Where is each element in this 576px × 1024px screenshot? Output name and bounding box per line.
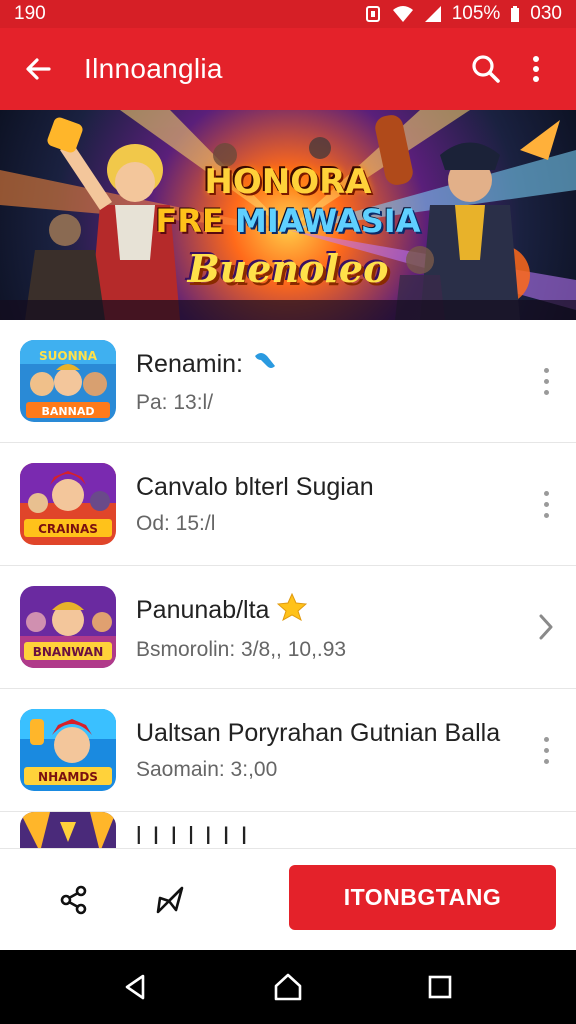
item-text: Renamin: Pa: 13:l/ xyxy=(136,348,576,415)
recents-icon[interactable] xyxy=(416,963,464,1011)
app-bar: Ilnnoanglia xyxy=(0,28,576,110)
banner-logo-text: Buenoleo xyxy=(187,246,389,291)
app-title: Ilnnoanglia xyxy=(84,53,223,84)
app-thumbnail: NHAMDS xyxy=(20,709,116,791)
app-thumbnail: CRAINAS xyxy=(20,463,116,545)
app-list: SUONNA BANNAD Renamin: Pa: 13:l/ CRAINAS… xyxy=(0,320,576,848)
item-text: l I I l I I I xyxy=(136,812,576,848)
more-vert-icon[interactable] xyxy=(532,730,560,770)
send-icon[interactable] xyxy=(146,876,194,924)
promo-banner[interactable]: HONORA FRE MIAWASIA Buenoleo xyxy=(0,110,576,320)
item-title: Renamin: xyxy=(136,349,243,378)
banner-headline-1: HONORA xyxy=(204,162,372,202)
app-thumbnail xyxy=(20,812,116,848)
status-clock-right: 030 xyxy=(530,3,562,24)
chevron-right-icon[interactable] xyxy=(532,607,560,647)
item-subtitle: Saomain: 3:,00 xyxy=(136,757,278,781)
list-item[interactable]: NHAMDS Ualtsan Poryrahan Gutnian Balla S… xyxy=(0,689,576,812)
thumb-text: BNANWAN xyxy=(33,645,104,659)
banner-headline-2: FRE MIAWASIA xyxy=(0,202,576,240)
alarm-icon xyxy=(364,5,382,23)
item-subtitle: Od: 15:/l xyxy=(136,511,216,535)
primary-action-button[interactable]: ITONBGTANG xyxy=(289,865,556,930)
status-time: 190 xyxy=(14,3,46,24)
signal-icon xyxy=(424,5,442,23)
item-text: Ualtsan Poryrahan Gutnian Balla Saomain:… xyxy=(136,719,576,782)
wifi-icon xyxy=(392,5,414,23)
thumb-text: CRAINAS xyxy=(38,522,98,536)
blue-dot-icon xyxy=(251,348,277,381)
more-vert-icon[interactable] xyxy=(532,361,560,401)
banner-headline-2a: FRE xyxy=(155,202,236,240)
battery-percent: 105% xyxy=(451,3,501,24)
item-title: Ualtsan Poryrahan Gutnian Balla xyxy=(136,718,501,747)
list-item[interactable]: BNANWAN Panunab/lta Bsmorolin: 3/8,, 10,… xyxy=(0,566,576,689)
more-vert-icon[interactable] xyxy=(532,484,560,524)
system-nav-bar xyxy=(0,950,576,1024)
search-icon[interactable] xyxy=(464,47,508,91)
item-text: Canvalo blterl Sugian Od: 15:/l xyxy=(136,473,576,536)
item-text: Panunab/lta Bsmorolin: 3/8,, 10,.93 xyxy=(136,592,576,662)
more-vert-icon[interactable] xyxy=(514,47,558,91)
item-title: l I I l I I I xyxy=(136,822,250,848)
thumb-text: BANNAD xyxy=(42,405,95,418)
status-icons: 105% 030 xyxy=(364,3,562,25)
app-thumbnail: SUONNA BANNAD xyxy=(20,340,116,422)
share-icon[interactable] xyxy=(50,876,98,924)
list-item[interactable]: l I I l I I I xyxy=(0,812,576,848)
item-title-row: Renamin: xyxy=(136,348,576,381)
banner-headline-2b: MIAWASIA xyxy=(235,202,421,240)
back-arrow-icon[interactable] xyxy=(18,49,58,89)
back-triangle-icon[interactable] xyxy=(112,963,160,1011)
thumb-text: SUONNA xyxy=(39,349,98,363)
battery-icon xyxy=(510,5,520,23)
home-icon[interactable] xyxy=(264,963,312,1011)
item-title: Canvalo blterl Sugian xyxy=(136,472,374,501)
list-item[interactable]: SUONNA BANNAD Renamin: Pa: 13:l/ xyxy=(0,320,576,443)
item-title-row: Panunab/lta xyxy=(136,592,576,628)
bottom-action-bar: ITONBGTANG xyxy=(0,848,576,950)
app-thumbnail: BNANWAN xyxy=(20,586,116,668)
thumb-text: NHAMDS xyxy=(38,770,98,784)
item-subtitle: Bsmorolin: 3/8,, 10,.93 xyxy=(136,637,347,661)
item-subtitle: Pa: 13:l/ xyxy=(136,390,214,414)
item-title: Panunab/lta xyxy=(136,595,270,624)
list-item[interactable]: CRAINAS Canvalo blterl Sugian Od: 15:/l xyxy=(0,443,576,566)
status-bar: 190 105% 030 xyxy=(0,0,576,28)
star-icon xyxy=(277,592,308,628)
